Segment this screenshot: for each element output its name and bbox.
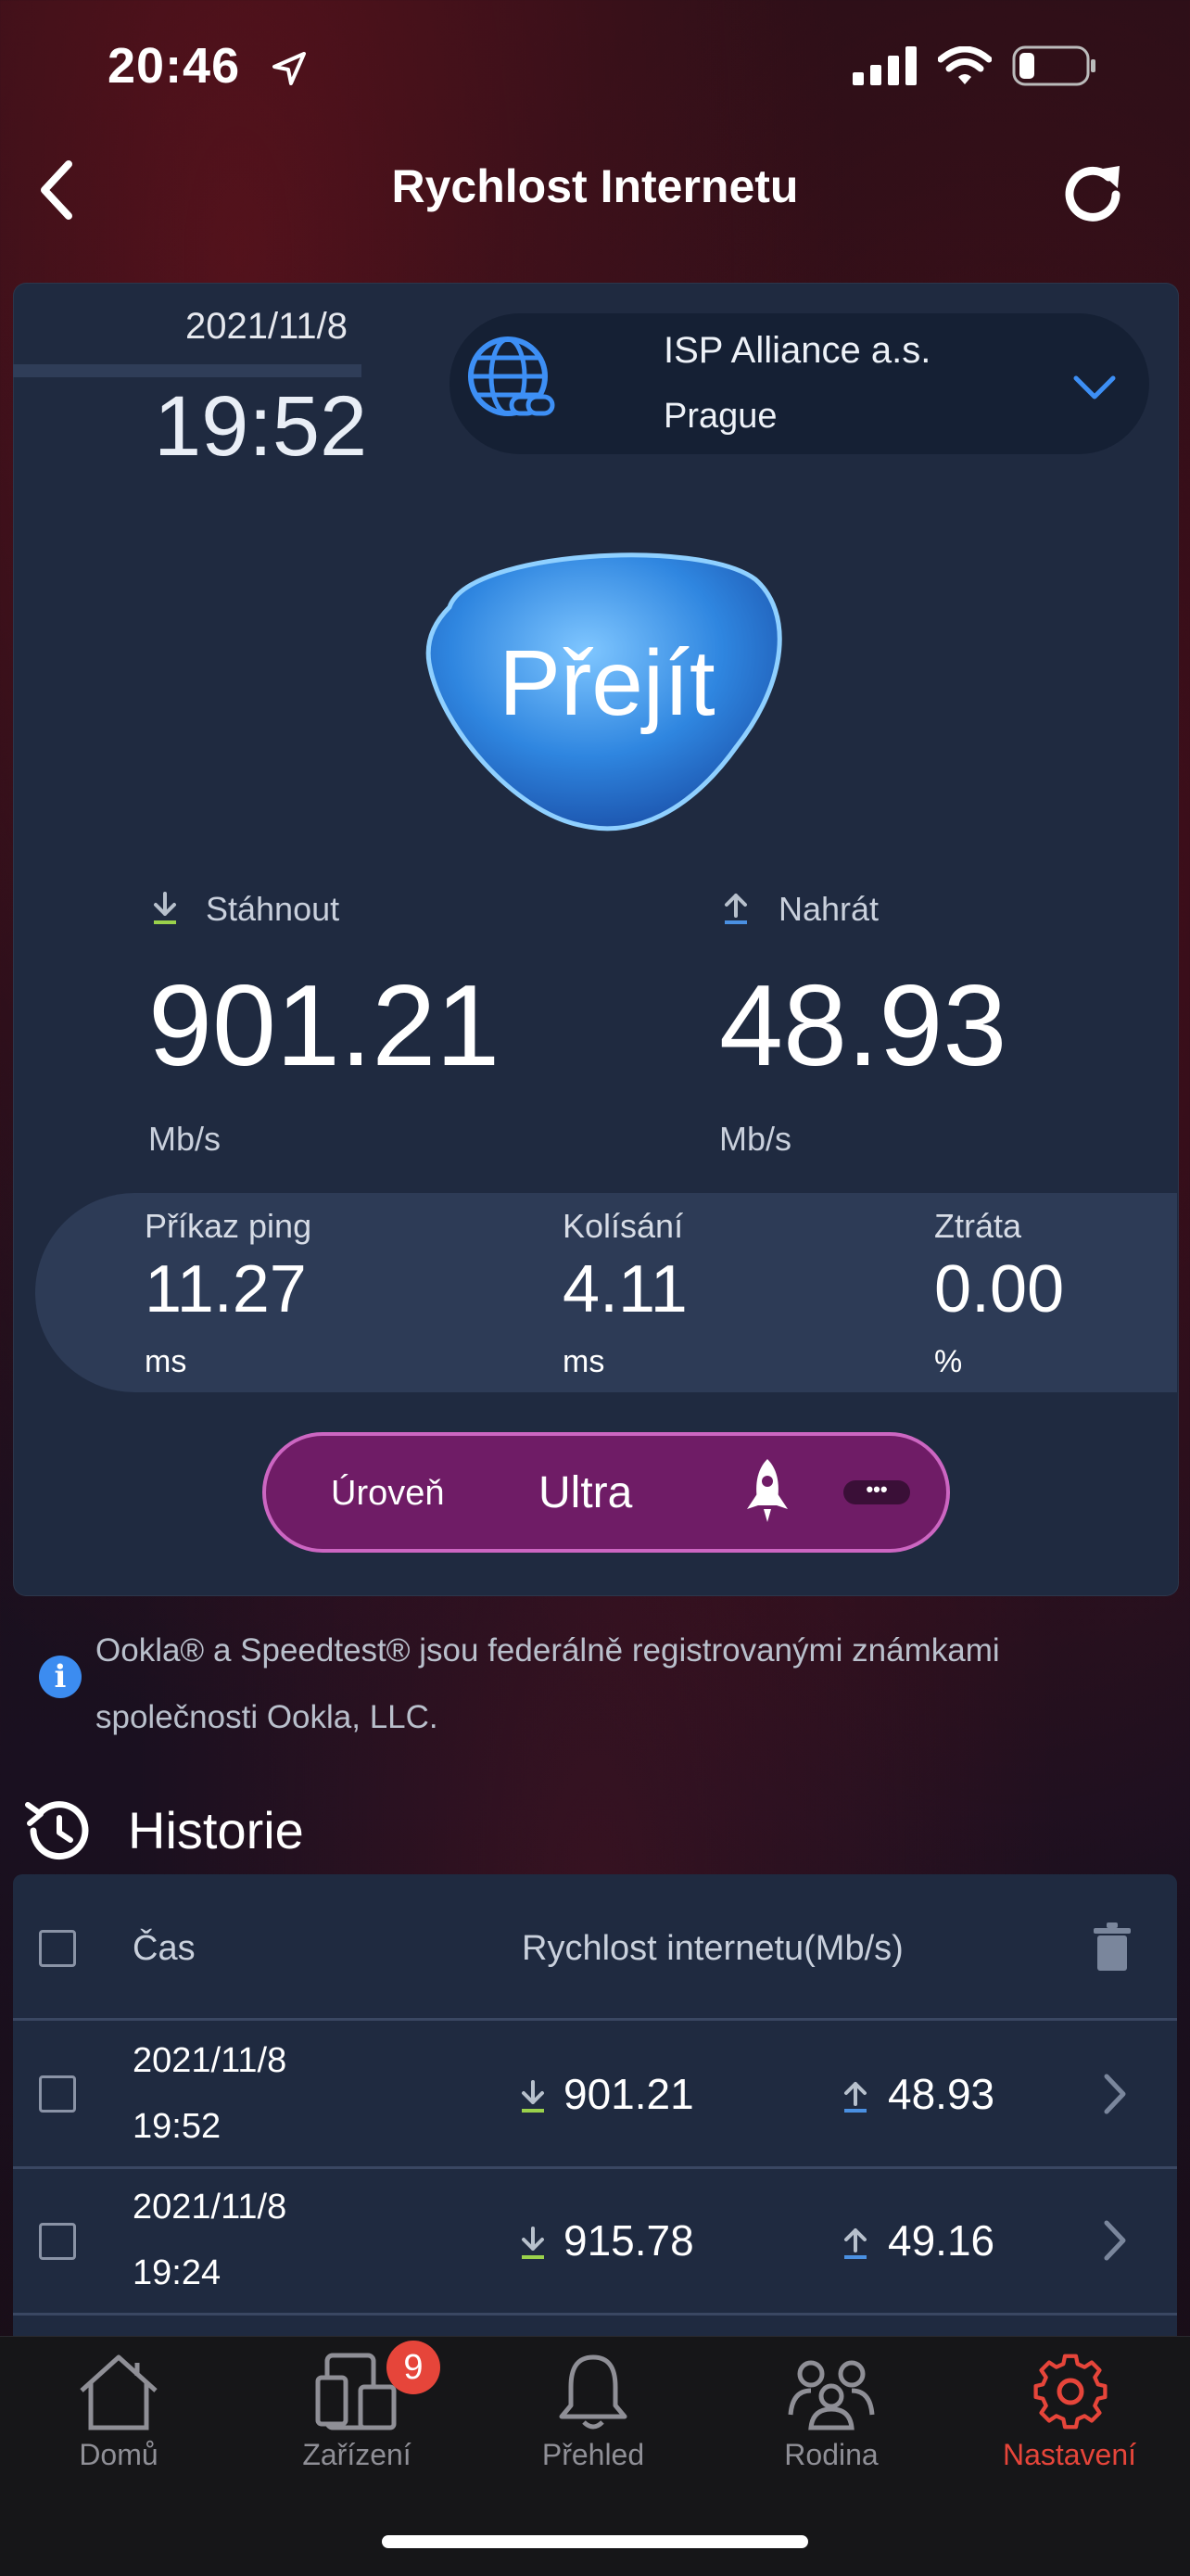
location-arrow-icon <box>272 52 306 85</box>
row-date: 2021/11/8 <box>133 2188 287 2227</box>
ookla-notice: Ookla® a Speedtest® jsou federálně regis… <box>95 1632 1000 1735</box>
column-header-time: Čas <box>133 1929 196 1968</box>
download-value: 901.21 <box>148 962 500 1090</box>
upload-arrow-icon <box>844 2228 867 2259</box>
loss-unit: % <box>934 1344 963 1379</box>
tab-overview[interactable]: Přehled <box>487 2438 700 2472</box>
select-all-checkbox[interactable] <box>39 1930 76 1967</box>
loss-value: 0.00 <box>934 1252 1065 1326</box>
family-icon[interactable] <box>785 2350 878 2433</box>
status-icons <box>853 43 1097 89</box>
tab-family[interactable]: Rodina <box>725 2438 938 2472</box>
upload-arrow-icon <box>725 894 747 924</box>
home-icon[interactable] <box>72 2350 165 2433</box>
jitter-label: Kolísání <box>563 1207 684 1245</box>
upload-unit: Mb/s <box>719 1120 792 1158</box>
ping-label: Příkaz ping <box>145 1207 312 1245</box>
tab-devices[interactable]: Zařízení <box>250 2438 463 2472</box>
devices-badge: 9 <box>386 2341 440 2394</box>
history-title: Historie <box>128 1801 304 1859</box>
row-checkbox[interactable] <box>39 2075 76 2113</box>
download-unit: Mb/s <box>148 1120 222 1158</box>
row-date: 2021/11/8 <box>133 2041 287 2080</box>
download-arrow-icon <box>522 2227 544 2259</box>
isp-city: Prague <box>664 397 778 436</box>
home-indicator <box>382 2535 808 2548</box>
page-title: Rychlost Internetu <box>391 160 799 212</box>
row-divider <box>13 2313 1177 2316</box>
history-icon <box>25 1801 89 1860</box>
wifi-icon <box>938 46 992 84</box>
test-time: 19:52 <box>154 379 368 474</box>
download-arrow-icon <box>154 892 176 924</box>
speedtest-card <box>13 283 1179 1596</box>
chevron-right-icon[interactable] <box>1101 2073 1129 2115</box>
download-label: Stáhnout <box>206 890 340 928</box>
upload-value: 48.93 <box>719 962 1007 1090</box>
cellular-signal-icon <box>853 46 917 85</box>
go-button-label: Přejít <box>499 631 715 735</box>
bell-icon[interactable] <box>547 2350 639 2433</box>
date-underline <box>13 364 361 377</box>
row-download: 915.78 <box>563 2216 694 2265</box>
row-download: 901.21 <box>563 2070 694 2118</box>
level-more-icon[interactable]: ••• <box>843 1479 910 1504</box>
row-upload: 48.93 <box>888 2070 995 2118</box>
rocket-icon <box>747 1459 788 1522</box>
ping-unit: ms <box>145 1344 187 1379</box>
settings-gear-icon[interactable] <box>1024 2350 1117 2433</box>
upload-arrow-icon <box>844 2082 867 2113</box>
tab-home[interactable]: Domů <box>12 2438 225 2472</box>
battery-icon <box>1012 45 1095 86</box>
ping-value: 11.27 <box>145 1252 307 1326</box>
row-divider <box>13 2166 1177 2169</box>
loss-label: Ztráta <box>934 1207 1022 1245</box>
test-date: 2021/11/8 <box>185 306 348 347</box>
row-upload: 49.16 <box>888 2216 995 2265</box>
row-divider <box>13 2018 1177 2021</box>
refresh-icon[interactable] <box>1051 153 1134 236</box>
chevron-down-icon[interactable] <box>1070 369 1119 406</box>
info-icon: i <box>39 1656 82 1698</box>
level-value: Ultra <box>538 1468 633 1517</box>
column-header-speed: Rychlost internetu(Mb/s) <box>522 1929 904 1968</box>
status-time: 20:46 <box>108 38 241 94</box>
row-checkbox[interactable] <box>39 2223 76 2260</box>
jitter-value: 4.11 <box>563 1252 688 1326</box>
chevron-right-icon[interactable] <box>1101 2219 1129 2262</box>
row-time: 19:52 <box>133 2107 222 2146</box>
jitter-unit: ms <box>563 1344 605 1379</box>
tab-settings[interactable]: Nastavení <box>963 2438 1176 2472</box>
row-time: 19:24 <box>133 2253 222 2292</box>
level-label: Úroveň <box>331 1474 445 1513</box>
download-arrow-icon <box>522 2080 544 2113</box>
trash-icon[interactable] <box>1094 1922 1131 1971</box>
isp-name: ISP Alliance a.s. <box>664 330 931 371</box>
upload-label: Nahrát <box>779 890 880 928</box>
globe-link-icon <box>468 336 555 416</box>
